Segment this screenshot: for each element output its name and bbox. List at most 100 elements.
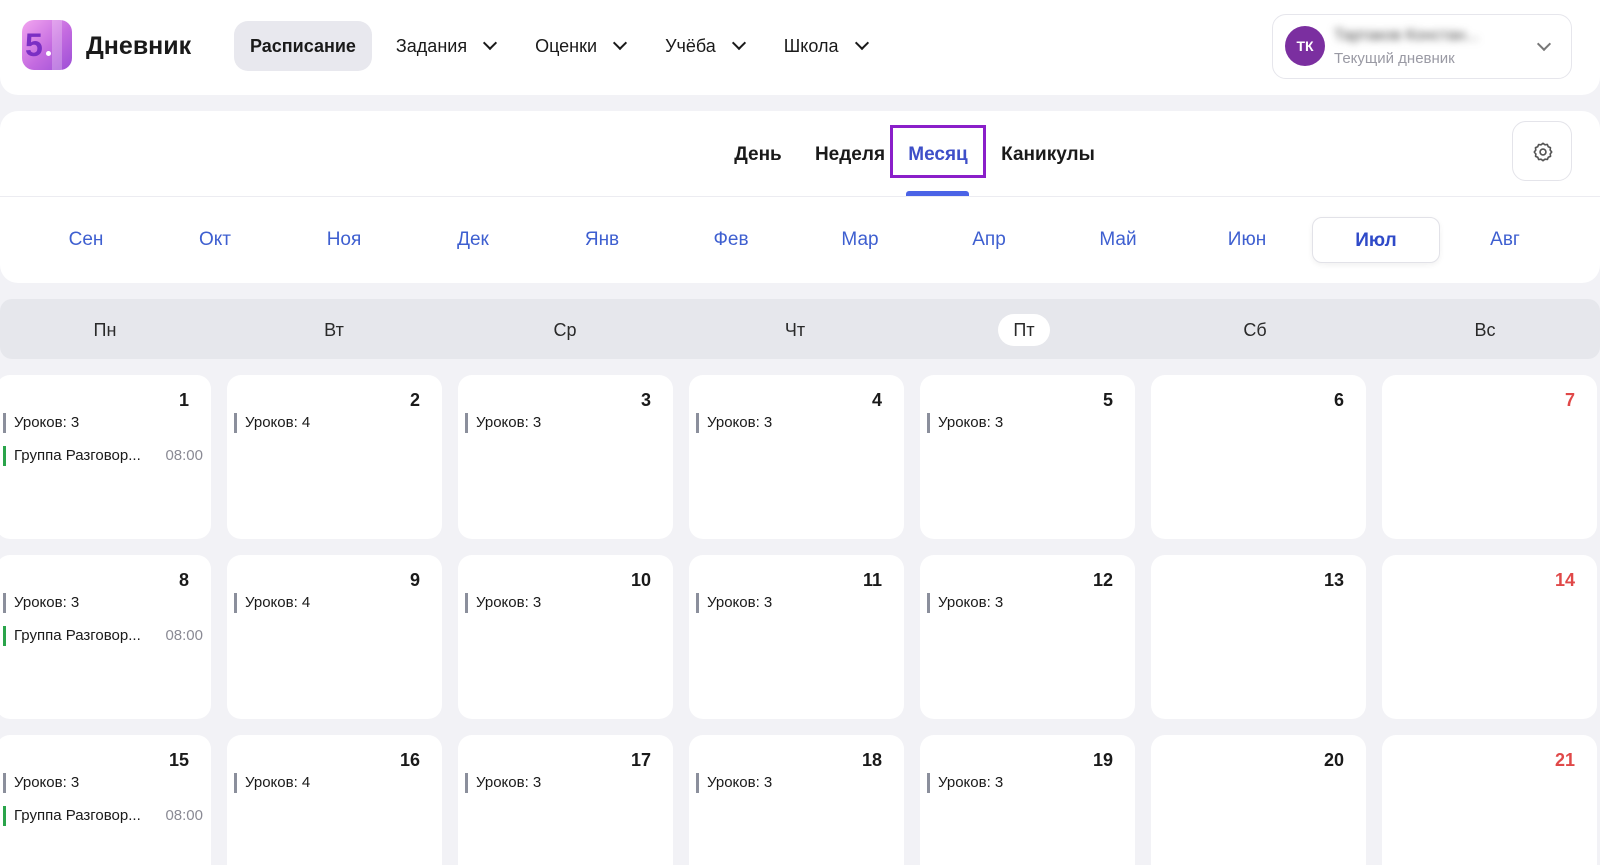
weekday-sat: Сб [1243,320,1267,340]
group-event-title: Группа Разговор... [14,807,141,824]
day-number: 18 [861,750,882,770]
calendar-day-cell[interactable]: 8 Уроков: 3 Группа Разговор... 08:00 [0,555,211,719]
month-item-oct[interactable]: Окт [151,217,279,263]
month-item-nov[interactable]: Ноя [280,217,408,263]
lessons-count[interactable]: Уроков: 4 [234,413,434,433]
settings-button[interactable] [1512,121,1572,181]
calendar-day-cell[interactable]: 19 Уроков: 3 [920,735,1135,865]
weekday-wed: Ср [553,320,577,340]
profile-subtitle: Текущий дневник [1334,50,1455,67]
nav-item-study[interactable]: Учёба [649,21,760,71]
lessons-count[interactable]: Уроков: 3 [927,593,1127,613]
nav-item-label: Учёба [665,35,716,56]
chevron-down-icon [731,35,746,51]
calendar-day-cell[interactable]: 6 [1151,375,1366,539]
lessons-count[interactable]: Уроков: 3 [927,773,1127,793]
month-item-aug[interactable]: Авг [1441,217,1569,263]
lessons-count-text: Уроков: 3 [938,774,1004,791]
calendar-day-cell[interactable]: 11 Уроков: 3 [689,555,904,719]
day-number: 17 [630,750,651,770]
group-event[interactable]: Группа Разговор... 08:00 [3,806,203,826]
logo-dot [46,51,51,56]
nav-item-school[interactable]: Школа [768,21,883,71]
lessons-count-text: Уроков: 3 [14,414,80,431]
lessons-count[interactable]: Уроков: 3 [465,773,665,793]
top-header: 5 Дневник Расписание Задания Оценки Учёб… [0,0,1600,95]
nav-item-label: Оценки [535,35,598,56]
calendar-day-cell[interactable]: 21 [1382,735,1597,865]
month-item-dec[interactable]: Дек [409,217,537,263]
lessons-count[interactable]: Уроков: 4 [234,773,434,793]
group-event[interactable]: Группа Разговор... 08:00 [3,446,203,466]
month-item-sep[interactable]: Сен [22,217,150,263]
logo-digit: 5 [25,27,43,63]
group-event[interactable]: Группа Разговор... 08:00 [3,626,203,646]
month-item-may[interactable]: Май [1054,217,1182,263]
calendar-day-cell[interactable]: 17 Уроков: 3 [458,735,673,865]
calendar-day-cell[interactable]: 13 [1151,555,1366,719]
calendar-day-cell[interactable]: 14 [1382,555,1597,719]
calendar-day-cell[interactable]: 1 Уроков: 3 Группа Разговор... 08:00 [0,375,211,539]
lessons-count[interactable]: Уроков: 3 [3,773,203,793]
schedule-controls-panel: День Неделя Месяц Каникулы Сен Окт Ноя Д… [0,111,1600,283]
gear-icon [1533,142,1553,162]
event-time: 08:00 [165,447,203,464]
lessons-count-text: Уроков: 4 [245,774,311,791]
calendar-day-cell[interactable]: 20 [1151,735,1366,865]
lessons-count-text: Уроков: 3 [938,414,1004,431]
month-item-feb[interactable]: Фев [667,217,795,263]
day-number: 13 [1323,570,1344,590]
month-item-jan[interactable]: Янв [538,217,666,263]
tab-day[interactable]: День [722,135,794,175]
tab-holidays[interactable]: Каникулы [996,135,1100,175]
calendar-day-cell[interactable]: 5 Уроков: 3 [920,375,1135,539]
event-time: 08:00 [165,627,203,644]
day-number: 15 [168,750,189,770]
lessons-count[interactable]: Уроков: 3 [3,593,203,613]
lessons-count[interactable]: Уроков: 3 [696,413,896,433]
weekday-tue: Вт [324,320,344,340]
day-number: 1 [178,390,189,410]
day-number: 12 [1092,570,1113,590]
lessons-count[interactable]: Уроков: 3 [465,413,665,433]
day-number: 6 [1333,390,1344,410]
lessons-count-text: Уроков: 3 [938,594,1004,611]
app-logo[interactable]: 5 [22,20,72,70]
calendar-day-cell[interactable]: 16 Уроков: 4 [227,735,442,865]
app-brand-title[interactable]: Дневник [86,31,191,61]
lessons-count-text: Уроков: 3 [476,594,542,611]
nav-item-schedule[interactable]: Расписание [234,21,372,71]
lessons-count[interactable]: Уроков: 3 [3,413,203,433]
calendar-day-cell[interactable]: 12 Уроков: 3 [920,555,1135,719]
profile-switcher[interactable]: ТК Тартаков Констан... Текущий дневник [1272,14,1572,79]
day-number: 5 [1102,390,1113,410]
tab-week[interactable]: Неделя [802,135,898,175]
calendar-day-cell[interactable]: 4 Уроков: 3 [689,375,904,539]
main-nav: Расписание Задания Оценки Учёба Школа [234,21,891,71]
weekday-thu: Чт [784,320,806,340]
lessons-count[interactable]: Уроков: 3 [696,593,896,613]
lessons-count[interactable]: Уроков: 3 [465,593,665,613]
calendar-day-cell[interactable]: 3 Уроков: 3 [458,375,673,539]
lessons-count-text: Уроков: 4 [245,414,311,431]
chevron-down-icon [1536,36,1552,52]
calendar-day-cell[interactable]: 2 Уроков: 4 [227,375,442,539]
calendar-day-cell[interactable]: 18 Уроков: 3 [689,735,904,865]
calendar-day-cell[interactable]: 7 [1382,375,1597,539]
view-tabs: День Неделя Месяц Каникулы [0,111,1600,197]
day-number: 9 [409,570,420,590]
month-item-jun[interactable]: Июн [1183,217,1311,263]
lessons-count[interactable]: Уроков: 3 [696,773,896,793]
lessons-count-text: Уроков: 3 [707,774,773,791]
nav-item-assignments[interactable]: Задания [380,21,511,71]
lessons-count[interactable]: Уроков: 4 [234,593,434,613]
month-item-mar[interactable]: Мар [796,217,924,263]
calendar-day-cell[interactable]: 10 Уроков: 3 [458,555,673,719]
calendar-day-cell[interactable]: 9 Уроков: 4 [227,555,442,719]
lessons-count[interactable]: Уроков: 3 [927,413,1127,433]
logo-stripe [52,20,62,70]
month-item-jul[interactable]: Июл [1312,217,1440,263]
nav-item-grades[interactable]: Оценки [519,21,641,71]
calendar-day-cell[interactable]: 15 Уроков: 3 Группа Разговор... 08:00 [0,735,211,865]
month-item-apr[interactable]: Апр [925,217,1053,263]
